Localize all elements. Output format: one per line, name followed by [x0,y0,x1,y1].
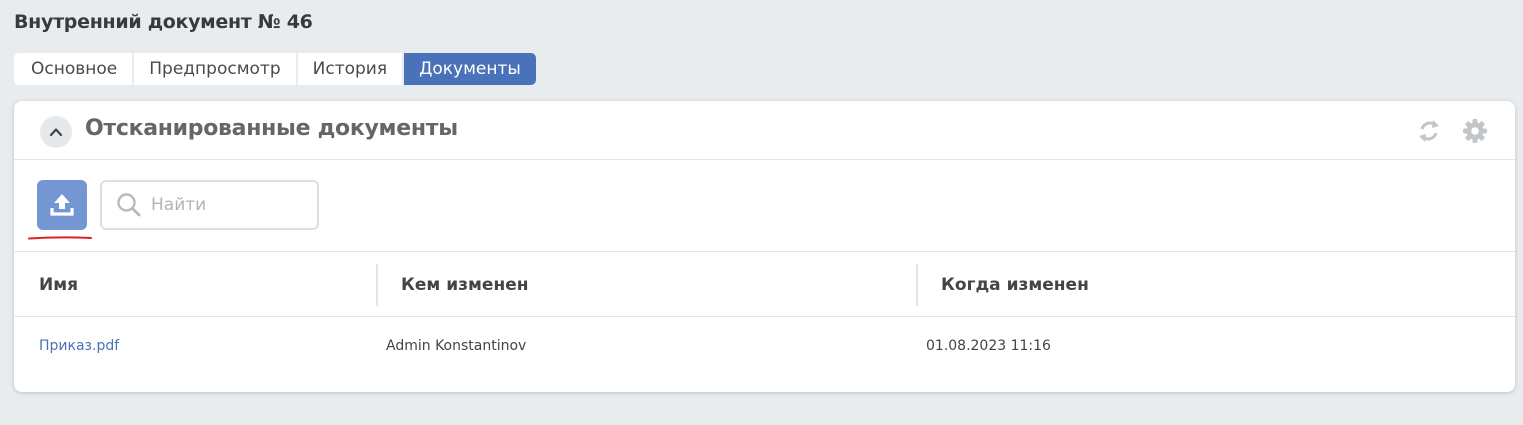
gear-icon[interactable] [1461,117,1489,145]
column-header-modified-by[interactable]: Кем изменен [401,252,528,317]
upload-button[interactable] [37,180,87,230]
column-divider[interactable] [376,264,378,306]
annotation-underline [28,236,92,240]
chevron-up-icon [49,128,63,137]
upload-icon [50,194,74,216]
panel-header: Отсканированные документы [14,101,1515,160]
column-header-name[interactable]: Имя [39,252,78,317]
table-header: Имя Кем изменен Когда изменен [14,252,1515,317]
scanned-documents-panel: Отсканированные документы Найти Имя Кем … [14,101,1515,392]
tab-documents[interactable]: Документы [404,53,536,85]
modified-by-cell: Admin Konstantinov [386,337,527,354]
page-title: Внутренний документ № 46 [14,11,313,33]
search-field[interactable] [100,180,319,230]
search-input[interactable] [142,195,302,215]
table-row[interactable]: Приказ.pdf Admin Konstantinov 01.08.2023… [14,317,1515,374]
file-link[interactable]: Приказ.pdf [39,317,119,374]
column-divider[interactable] [916,264,918,306]
tab-main[interactable]: Основное [14,53,133,85]
collapse-button[interactable] [40,116,72,148]
tab-history[interactable]: История [297,53,403,85]
tab-bar: Основное Предпросмотр История Документы [14,53,538,85]
column-header-modified-at[interactable]: Когда изменен [941,252,1089,317]
refresh-icon[interactable] [1415,117,1443,145]
toolbar [14,160,1515,252]
search-icon [117,193,141,217]
modified-at-cell: 01.08.2023 11:16 [926,337,1051,354]
panel-title: Отсканированные документы [85,116,458,141]
tab-preview[interactable]: Предпросмотр [134,53,296,85]
